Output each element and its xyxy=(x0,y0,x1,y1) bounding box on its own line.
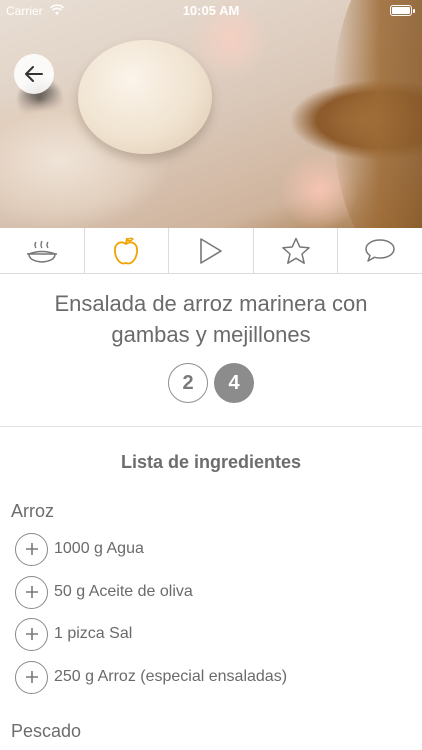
ingredient-label: 250 g Arroz (especial ensaladas) xyxy=(54,668,288,685)
plus-icon xyxy=(25,586,38,598)
plus-icon xyxy=(25,628,38,640)
apple-icon xyxy=(114,237,139,264)
tab-comments[interactable] xyxy=(338,228,422,273)
mayonnaise-dollop xyxy=(78,40,212,154)
cooking-pot-icon xyxy=(26,240,57,263)
servings-option-4[interactable]: 4 xyxy=(214,363,254,403)
star-icon xyxy=(281,237,310,264)
tab-video[interactable] xyxy=(169,228,254,273)
ingredient-row: 50 g Aceite de oliva xyxy=(15,575,193,609)
tab-preparation[interactable] xyxy=(0,228,85,273)
ingredient-label: 50 g Aceite de oliva xyxy=(54,583,193,600)
ingredient-group-title: Pescado xyxy=(11,721,82,741)
battery-icon xyxy=(390,5,415,16)
recipe-photo xyxy=(0,0,422,228)
speech-bubble-icon xyxy=(365,238,395,262)
back-button[interactable] xyxy=(14,54,54,94)
section-divider xyxy=(0,426,422,427)
servings-option-2[interactable]: 2 xyxy=(168,363,208,403)
ingredients-heading: Lista de ingredientes xyxy=(120,452,302,472)
add-ingredient-button[interactable] xyxy=(15,532,48,566)
recipe-tab-bar xyxy=(0,228,422,274)
plus-icon xyxy=(25,543,38,555)
ingredient-row: 1000 g Agua xyxy=(15,532,144,566)
tab-favorite[interactable] xyxy=(254,228,339,273)
add-ingredient-button[interactable] xyxy=(15,575,48,609)
ingredient-label: 1 pizca Sal xyxy=(54,625,133,642)
plus-icon xyxy=(25,671,38,683)
status-bar: Carrier 10:05 AM xyxy=(0,0,422,22)
ingredient-group-title: Arroz xyxy=(11,501,55,521)
add-ingredient-button[interactable] xyxy=(15,617,48,651)
ingredient-label: 1000 g Agua xyxy=(54,540,144,557)
clock: 10:05 AM xyxy=(182,3,240,18)
play-icon xyxy=(200,237,222,264)
servings-selector: 2 4 xyxy=(0,363,422,403)
ingredient-row: 1 pizca Sal xyxy=(15,617,132,651)
add-ingredient-button[interactable] xyxy=(15,660,48,694)
bowl-rim xyxy=(332,0,422,228)
back-arrow-icon xyxy=(25,66,43,82)
tab-ingredients[interactable] xyxy=(85,228,170,273)
ingredient-row: 250 g Arroz (especial ensaladas) xyxy=(15,660,287,694)
recipe-title: Ensalada de arroz marinera con gambas y … xyxy=(54,291,368,347)
